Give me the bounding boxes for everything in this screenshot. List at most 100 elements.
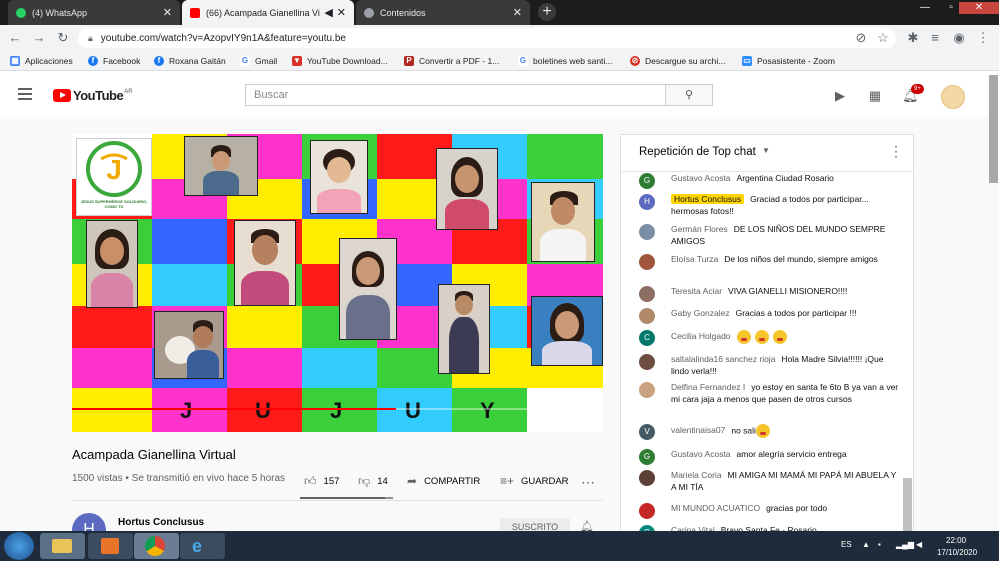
bookmark-descargue[interactable]: ⊘ Descargue su archi... bbox=[630, 54, 725, 68]
bookmark-youtube-download[interactable]: ▼ YouTube Download... bbox=[292, 54, 388, 68]
new-tab-button[interactable]: + bbox=[538, 3, 556, 21]
chat-message[interactable]: G Gustavo Acosta Argentina Ciudad Rosario bbox=[639, 173, 901, 189]
speaker-icon[interactable]: ◀ bbox=[324, 6, 332, 19]
video-player[interactable]: J JESÚS SUPERHÉROE SOLIDARIO, COMO TÚ J … bbox=[72, 134, 603, 432]
chat-message[interactable]: saltalalinda16 sanchez rioja Hola Madre S… bbox=[639, 354, 901, 377]
tray-app-icon[interactable]: ▪ bbox=[878, 540, 881, 549]
dislike-button[interactable]: 👎︎ 14 bbox=[358, 474, 388, 489]
minimize-button[interactable]: — bbox=[911, 2, 939, 14]
close-icon[interactable]: ✕ bbox=[337, 6, 346, 19]
chat-author-avatar[interactable]: H bbox=[639, 194, 655, 210]
chat-message[interactable]: Vvalentinaisa07 no sali bbox=[639, 424, 901, 440]
chat-author-avatar[interactable]: V bbox=[639, 424, 655, 440]
video-progress-bar[interactable] bbox=[72, 408, 603, 410]
forward-icon[interactable]: → bbox=[30, 29, 48, 47]
chat-message[interactable]: Germán Flores DE LOS NIÑOS DEL MUNDO SEMP… bbox=[639, 224, 901, 247]
search-input[interactable]: Buscar bbox=[245, 84, 666, 106]
chat-author-name[interactable]: valentinaisa07 bbox=[671, 425, 725, 435]
bookmark-zoom[interactable]: ▭ Posasistente - Zoom bbox=[742, 54, 835, 68]
chevron-down-icon[interactable]: ▼ bbox=[762, 146, 770, 155]
chrome-menu-icon[interactable]: ⋮ bbox=[974, 29, 992, 47]
create-video-icon[interactable]: ▶ bbox=[832, 88, 848, 104]
chat-author-avatar[interactable]: C bbox=[639, 330, 655, 346]
clock-date[interactable]: 17/10/2020 bbox=[937, 548, 977, 557]
chat-author-name[interactable]: saltalalinda16 sanchez rioja bbox=[671, 354, 775, 364]
bookmark-pdf[interactable]: P Convertir a PDF - 1... bbox=[404, 54, 499, 68]
close-icon[interactable]: ✕ bbox=[163, 6, 172, 19]
account-avatar[interactable] bbox=[941, 85, 965, 109]
volume-muted-icon[interactable]: ◀ bbox=[916, 540, 922, 549]
chat-author-name[interactable]: Gustavo Acosta bbox=[671, 173, 731, 183]
youtube-logo[interactable]: YouTube AR bbox=[53, 88, 133, 103]
chat-message[interactable]: MI MUNDO ACUATICO gracias por todo bbox=[639, 503, 901, 519]
chat-author-name[interactable]: Cecilia Holgado bbox=[671, 331, 731, 341]
tab-whatsapp[interactable]: (4) WhatsApp ✕ bbox=[8, 0, 180, 25]
window-close-button[interactable]: ✕ bbox=[959, 2, 999, 14]
channel-name[interactable]: Hortus Conclusus bbox=[118, 517, 204, 528]
clock-time[interactable]: 22:00 bbox=[946, 536, 966, 545]
back-icon[interactable]: ← bbox=[6, 29, 24, 47]
chat-author-avatar[interactable]: G bbox=[639, 173, 655, 189]
apps-icon[interactable]: ▦ bbox=[867, 88, 883, 104]
chat-author-name[interactable]: Mariela Coria bbox=[671, 470, 722, 480]
like-button[interactable]: 👍︎ 157 bbox=[304, 474, 339, 489]
bookmark-gmail[interactable]: G Gmail bbox=[240, 54, 277, 68]
chat-message[interactable]: Delfina Fernandez Iyo estoy en santa fe … bbox=[639, 382, 901, 405]
chat-author-avatar[interactable] bbox=[639, 354, 655, 370]
chat-message[interactable]: Gaby Gonzalez Gracias a todos por partici… bbox=[639, 308, 901, 324]
chat-author-name[interactable]: Hortus Conclusus bbox=[671, 194, 745, 204]
bookmark-roxana[interactable]: f Roxana Gaitán bbox=[154, 54, 226, 68]
chat-author-name[interactable]: Gustavo Acosta bbox=[671, 449, 731, 459]
tab-youtube[interactable]: (66) Acampada Gianellina Vi ◀ ✕ bbox=[182, 0, 354, 25]
taskbar-media-player[interactable] bbox=[88, 533, 133, 559]
chat-author-name[interactable]: Germán Flores bbox=[671, 224, 728, 234]
search-button[interactable]: ⚲ bbox=[666, 84, 713, 106]
chat-author-avatar[interactable] bbox=[639, 224, 655, 240]
chat-author-avatar[interactable] bbox=[639, 286, 655, 302]
chat-author-avatar[interactable] bbox=[639, 254, 655, 270]
chat-title[interactable]: Repetición de Top chat bbox=[639, 146, 756, 158]
taskbar-chrome[interactable] bbox=[134, 533, 179, 559]
chat-author-avatar[interactable] bbox=[639, 308, 655, 324]
more-vert-icon[interactable]: ⋮ bbox=[889, 143, 903, 160]
chat-author-name[interactable]: MI MUNDO ACUATICO bbox=[671, 503, 760, 513]
chat-author-name[interactable]: Gaby Gonzalez bbox=[671, 308, 730, 318]
chat-author-avatar[interactable] bbox=[639, 382, 655, 398]
chat-author-name[interactable]: Teresita Aciar bbox=[671, 286, 722, 296]
chat-message[interactable]: G Gustavo Acosta amor alegría servicio ent… bbox=[639, 449, 901, 465]
page-scrollbar[interactable] bbox=[989, 75, 998, 183]
network-icon[interactable]: ▂▄▆ bbox=[896, 540, 914, 549]
language-indicator[interactable]: ES bbox=[841, 540, 852, 549]
tray-expand-icon[interactable]: ▲ bbox=[862, 540, 870, 549]
profile-icon[interactable]: ◉ bbox=[950, 29, 968, 47]
chat-author-avatar[interactable] bbox=[639, 470, 655, 486]
chat-author-name[interactable]: Delfina Fernandez I bbox=[671, 382, 745, 392]
reload-icon[interactable]: ↻ bbox=[54, 29, 72, 47]
camera-blocked-icon[interactable]: ⊘ bbox=[852, 29, 870, 47]
chat-author-avatar[interactable]: G bbox=[639, 449, 655, 465]
chat-message[interactable]: Mariela Coria MI AMIGA MI MAMÁ MI PAPÁ MI… bbox=[639, 470, 901, 493]
chat-message[interactable]: C Cecilia Holgado bbox=[639, 330, 901, 346]
taskbar-internet-explorer[interactable]: e bbox=[180, 533, 225, 559]
bookmark-star-icon[interactable]: ☆ bbox=[874, 29, 892, 47]
extensions-icon[interactable]: ✱ bbox=[904, 29, 922, 47]
menu-icon[interactable] bbox=[18, 88, 32, 100]
chat-author-avatar[interactable] bbox=[639, 503, 655, 519]
media-control-icon[interactable]: ≡ bbox=[926, 29, 944, 47]
bookmark-facebook[interactable]: f Facebook bbox=[88, 54, 140, 68]
chat-author-name[interactable]: Eloísa Turza bbox=[671, 254, 718, 264]
chat-message[interactable]: Teresita Aciar VIVA GIANELLI MISIONERO!!!… bbox=[639, 286, 901, 302]
save-button[interactable]: ≡+ GUARDAR bbox=[500, 474, 569, 488]
taskbar-file-explorer[interactable] bbox=[40, 533, 85, 559]
chat-scrollbar[interactable] bbox=[903, 478, 912, 533]
tab-contenidos[interactable]: Contenidos ✕ bbox=[356, 0, 530, 25]
chat-message[interactable]: H Hortus Conclusus Graciad a todos por par… bbox=[639, 194, 901, 217]
close-icon[interactable]: ✕ bbox=[513, 6, 522, 19]
chat-message[interactable]: Eloísa Turza De los niños del mundo, siem… bbox=[639, 254, 901, 270]
more-actions-icon[interactable]: ⋯ bbox=[581, 474, 595, 491]
bookmark-apps[interactable]: ▦ Aplicaciones bbox=[10, 54, 73, 68]
bookmark-boletines[interactable]: Gboletines web santi... bbox=[518, 54, 612, 68]
start-button[interactable] bbox=[4, 532, 34, 560]
share-button[interactable]: ➦ COMPARTIR bbox=[407, 474, 480, 488]
address-bar[interactable]: 🔒︎ youtube.com/watch?v=AzopvIY9n1A&featu… bbox=[78, 28, 896, 48]
